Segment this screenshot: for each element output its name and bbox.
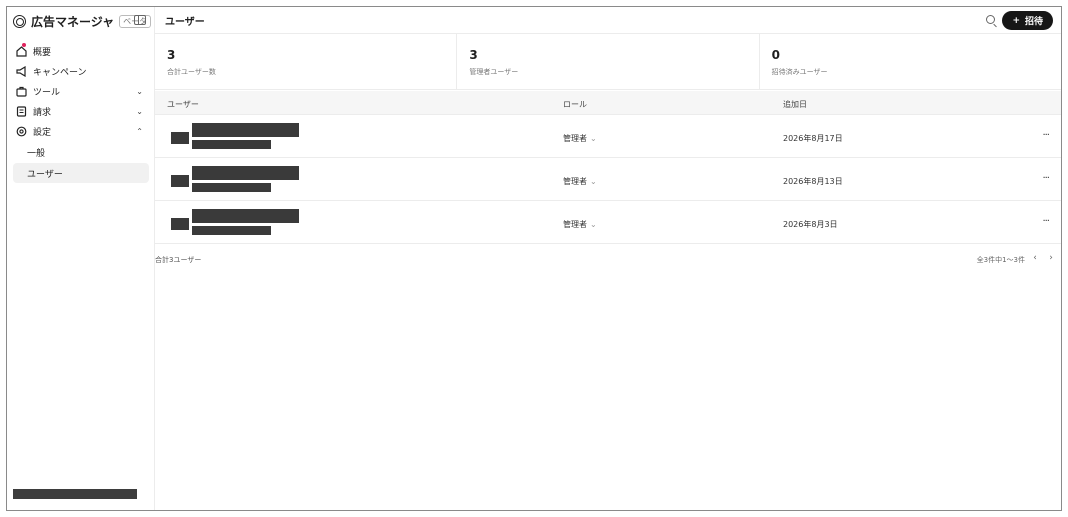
next-page-icon[interactable]: › bbox=[1045, 252, 1057, 264]
gear-icon bbox=[15, 125, 27, 137]
stat-label: 合計ユーザー数 bbox=[167, 68, 216, 76]
sidebar-subitem-general[interactable]: 一般 bbox=[13, 142, 149, 162]
stat-value: 3 bbox=[167, 48, 176, 62]
role-value: 管理者 bbox=[563, 220, 587, 229]
column-header-user[interactable]: ユーザー bbox=[167, 99, 199, 110]
stat-admin-users: 3 管理者ユーザー bbox=[457, 34, 760, 89]
brand[interactable]: 広告マネージャ ベータ bbox=[13, 12, 152, 30]
sidebar-item-label: 設定 bbox=[33, 127, 52, 138]
sidebar-item-settings[interactable]: 設定 ⌃ bbox=[7, 121, 155, 141]
sidebar-nav: 概要 キャンペーン ツール ⌄ 請求 ⌄ 設定 ⌃ 一般 ユーザー bbox=[7, 41, 155, 184]
chevron-down-icon: ⌄ bbox=[590, 177, 597, 186]
user-email-redacted bbox=[192, 140, 271, 149]
chevron-up-icon[interactable]: ⌃ bbox=[136, 127, 143, 136]
avatar-redacted bbox=[171, 218, 189, 230]
user-name-redacted bbox=[192, 166, 299, 180]
role-value: 管理者 bbox=[563, 134, 587, 143]
avatar-redacted bbox=[171, 132, 189, 144]
stats-bar: 3 合計ユーザー数 3 管理者ユーザー 0 招待済みユーザー bbox=[155, 34, 1061, 90]
account-info-redacted[interactable] bbox=[13, 489, 137, 499]
page-title: ユーザー bbox=[165, 16, 205, 28]
plus-icon: + bbox=[1012, 15, 1020, 26]
app-window: 広告マネージャ ベータ 概要 キャンペーン ツール ⌄ 請求 ⌄ 設定 ⌃ 一般… bbox=[6, 6, 1062, 511]
column-header-role[interactable]: ロール bbox=[563, 99, 587, 110]
added-date: 2026年8月13日 bbox=[783, 177, 843, 186]
sidebar-toggle-icon[interactable] bbox=[134, 15, 146, 25]
added-date: 2026年8月17日 bbox=[783, 134, 843, 143]
chevron-down-icon[interactable]: ⌄ bbox=[136, 87, 143, 96]
chevron-down-icon: ⌄ bbox=[590, 220, 597, 229]
total-users-label: 合計3ユーザー bbox=[155, 256, 202, 264]
table-header: ユーザー ロール 追加日 bbox=[155, 91, 1061, 115]
logo-icon bbox=[13, 14, 26, 28]
user-email-redacted bbox=[192, 183, 271, 192]
role-dropdown[interactable]: 管理者 ⌄ bbox=[563, 219, 597, 230]
toolbox-icon bbox=[15, 85, 27, 97]
chevron-down-icon[interactable]: ⌄ bbox=[136, 107, 143, 116]
sidebar-item-label: ツール bbox=[33, 87, 61, 98]
search-icon[interactable] bbox=[986, 15, 995, 24]
stat-label: 管理者ユーザー bbox=[469, 68, 519, 76]
stat-label: 招待済みユーザー bbox=[771, 68, 828, 76]
prev-page-icon[interactable]: ‹ bbox=[1029, 252, 1041, 264]
stat-total-users: 3 合計ユーザー数 bbox=[155, 34, 458, 89]
stat-invited-users: 0 招待済みユーザー bbox=[760, 34, 1061, 89]
sidebar-item-campaigns[interactable]: キャンペーン bbox=[7, 61, 155, 81]
home-icon bbox=[15, 45, 27, 57]
more-options-icon[interactable]: ··· bbox=[1042, 216, 1049, 227]
sidebar: 広告マネージャ ベータ 概要 キャンペーン ツール ⌄ 請求 ⌄ 設定 ⌃ 一般… bbox=[7, 7, 155, 510]
role-dropdown[interactable]: 管理者 ⌄ bbox=[563, 176, 597, 187]
chevron-down-icon: ⌄ bbox=[590, 134, 597, 143]
role-value: 管理者 bbox=[563, 177, 587, 186]
avatar-redacted bbox=[171, 175, 189, 187]
stat-value: 3 bbox=[469, 48, 478, 62]
role-dropdown[interactable]: 管理者 ⌄ bbox=[563, 133, 597, 144]
table-row[interactable]: 管理者 ⌄ 2026年8月13日 ··· bbox=[155, 159, 1061, 201]
table-row[interactable]: 管理者 ⌄ 2026年8月17日 ··· bbox=[155, 116, 1061, 158]
sidebar-subitem-users[interactable]: ユーザー bbox=[13, 163, 149, 183]
invite-label: 招待 bbox=[1024, 17, 1043, 27]
sidebar-item-overview[interactable]: 概要 bbox=[7, 41, 155, 61]
more-options-icon[interactable]: ··· bbox=[1042, 130, 1049, 141]
column-header-added[interactable]: 追加日 bbox=[783, 99, 807, 110]
added-date: 2026年8月3日 bbox=[783, 220, 838, 229]
topbar: ユーザー + 招待 bbox=[155, 7, 1061, 34]
sidebar-item-label: 概要 bbox=[33, 47, 52, 58]
stat-value: 0 bbox=[771, 48, 781, 62]
sidebar-item-billing[interactable]: 請求 ⌄ bbox=[7, 101, 155, 121]
notification-dot bbox=[22, 43, 26, 47]
app-name: 広告マネージャ bbox=[31, 14, 115, 29]
sidebar-item-label: キャンペーン bbox=[33, 67, 87, 78]
billing-icon bbox=[15, 105, 27, 117]
sidebar-item-tools[interactable]: ツール ⌄ bbox=[7, 81, 155, 101]
user-email-redacted bbox=[192, 226, 271, 235]
main-content: ユーザー + 招待 3 合計ユーザー数 3 管理者ユーザー 0 招待済みユーザー… bbox=[155, 7, 1061, 510]
more-options-icon[interactable]: ··· bbox=[1042, 173, 1049, 184]
megaphone-icon bbox=[15, 65, 27, 77]
sidebar-item-label: 請求 bbox=[33, 107, 52, 118]
user-name-redacted bbox=[192, 123, 299, 137]
pagination-range: 全3件中1〜3件 bbox=[976, 256, 1025, 264]
user-name-redacted bbox=[192, 209, 299, 223]
invite-button[interactable]: + 招待 bbox=[1002, 11, 1053, 30]
table-row[interactable]: 管理者 ⌄ 2026年8月3日 ··· bbox=[155, 202, 1061, 244]
